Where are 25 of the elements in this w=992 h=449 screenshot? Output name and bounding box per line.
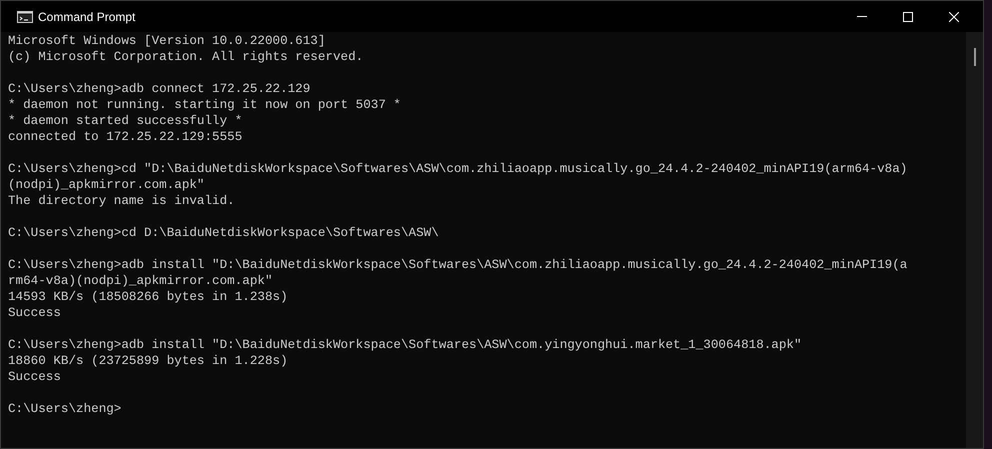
terminal-icon: [17, 10, 33, 22]
console-line: (nodpi)_apkmirror.com.apk": [8, 177, 206, 193]
console-line: Microsoft Windows [Version 10.0.22000.613]: [8, 33, 326, 49]
console-line: rm64-v8a)(nodpi)_apkmirror.com.apk": [8, 273, 274, 289]
console-line: C:\Users\zheng>cd D:\BaiduNetdiskWorkspace\Softwares\ASW\: [8, 225, 440, 241]
console-line: Success: [8, 369, 62, 385]
maximize-icon: [903, 12, 913, 22]
console-line: C:\Users\zheng>cd "D:\BaiduNetdiskWorkspace\Softwares\ASW\com.zhiliaoapp.musically.go_24.4.2-240402_minAPI19(arm64-v8a): [8, 161, 908, 177]
window-title: Command Prompt: [38, 8, 136, 26]
minimize-icon: [857, 16, 867, 18]
console-line: 14593 KB/s (18508266 bytes in 1.238s): [8, 289, 289, 305]
close-icon: [949, 12, 959, 22]
console-line: (c) Microsoft Corporation. All rights reserved.: [8, 49, 364, 65]
console-line: Success: [8, 305, 62, 321]
console-line: connected to 172.25.22.129:5555: [8, 129, 244, 145]
console-line: C:\Users\zheng>: [8, 401, 122, 417]
console-line: C:\Users\zheng>adb install "D:\BaiduNetdiskWorkspace\Softwares\ASW\com.zhiliaoapp.musically.go_24.4.2-240402_minAPI19(a: [8, 257, 908, 273]
scrollbar-thumb[interactable]: [974, 48, 976, 66]
console-line: 18860 KB/s (23725899 bytes in 1.228s): [8, 353, 289, 369]
console-line: * daemon started successfully *: [8, 113, 244, 129]
console-line: C:\Users\zheng>adb install "D:\BaiduNetdiskWorkspace\Softwares\ASW\com.yingyonghui.market_1_30064818.apk": [8, 337, 803, 353]
console-line: * daemon not running. starting it now on port 5037 *: [8, 97, 402, 113]
console-line: C:\Users\zheng>adb connect 172.25.22.129: [8, 81, 312, 97]
console-line: The directory name is invalid.: [8, 193, 236, 209]
scrollbar[interactable]: [966, 32, 983, 448]
